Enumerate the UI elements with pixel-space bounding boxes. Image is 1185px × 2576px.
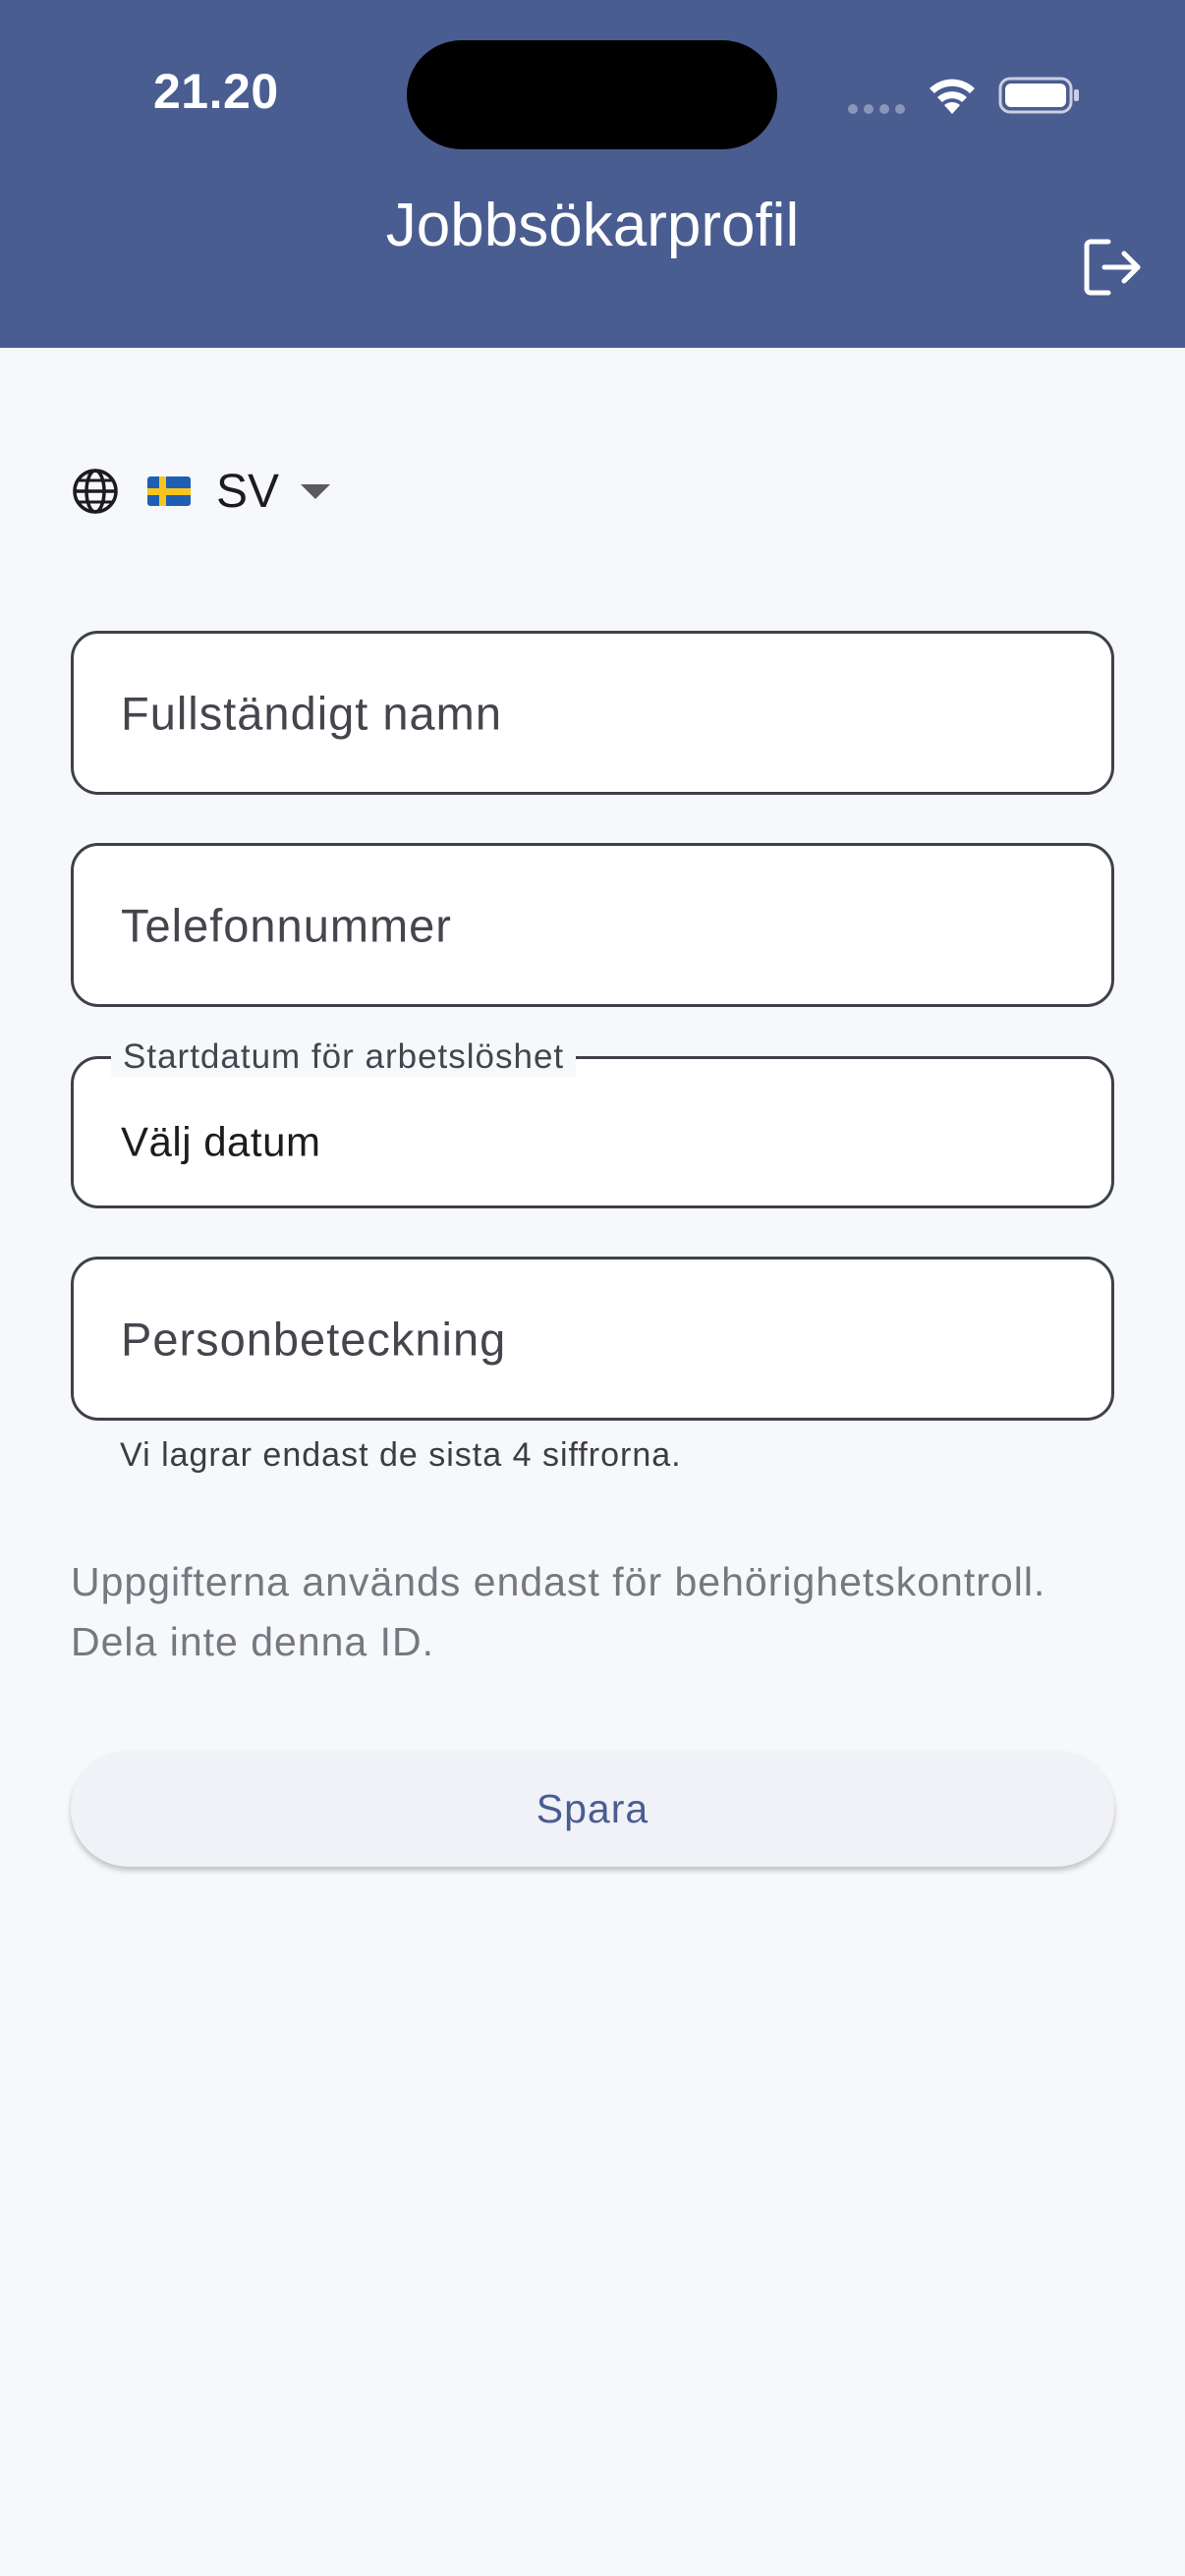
globe-icon bbox=[73, 469, 118, 514]
profile-screen: 21.20 Jobbsökarprofil SV Fullständigt na… bbox=[0, 0, 1185, 2576]
dynamic-island bbox=[407, 40, 777, 149]
start-date-field[interactable]: Startdatum för arbetslöshet Välj datum bbox=[71, 1037, 1114, 1208]
phone-field[interactable]: Telefonnummer bbox=[71, 843, 1114, 1007]
logout-icon bbox=[1084, 239, 1141, 296]
full-name-placeholder: Fullständigt namn bbox=[121, 687, 502, 739]
language-code: SV bbox=[216, 465, 280, 518]
cellular-signal-icon bbox=[848, 104, 905, 114]
personal-id-placeholder: Personbeteckning bbox=[121, 1313, 507, 1365]
personal-id-field[interactable]: Personbeteckning bbox=[71, 1257, 1114, 1421]
language-selector[interactable]: SV bbox=[71, 462, 331, 521]
save-button[interactable]: Spara bbox=[71, 1751, 1114, 1867]
status-time: 21.20 bbox=[153, 64, 279, 119]
start-date-value: Välj datum bbox=[121, 1118, 321, 1165]
sweden-flag-icon bbox=[147, 476, 191, 506]
wifi-icon bbox=[930, 79, 975, 114]
start-date-label: Startdatum för arbetslöshet bbox=[111, 1037, 577, 1077]
dropdown-arrow-icon bbox=[301, 483, 331, 499]
personal-id-helper-text: Vi lagrar endast de sista 4 siffrorna. bbox=[120, 1436, 682, 1474]
full-name-field[interactable]: Fullständigt namn bbox=[71, 631, 1114, 795]
app-header: 21.20 Jobbsökarprofil bbox=[0, 0, 1185, 348]
phone-placeholder: Telefonnummer bbox=[121, 899, 452, 951]
battery-icon bbox=[998, 77, 1079, 114]
privacy-info-text: Uppgifterna används endast för behörighe… bbox=[71, 1559, 1046, 1664]
logout-button[interactable] bbox=[1071, 226, 1154, 308]
page-title: Jobbsökarprofil bbox=[385, 192, 800, 259]
